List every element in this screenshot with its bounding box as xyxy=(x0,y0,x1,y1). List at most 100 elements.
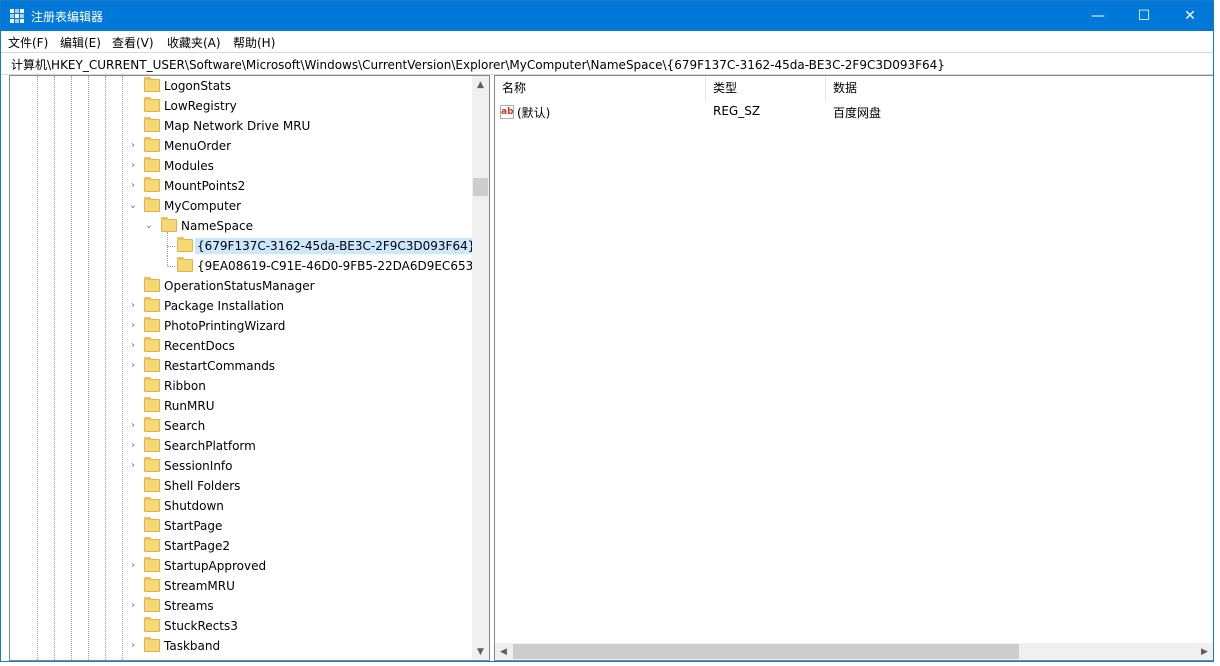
menu-help[interactable]: 帮助(H) xyxy=(233,34,275,51)
value-row[interactable]: ab (默认) REG_SZ 百度网盘 xyxy=(495,102,1195,122)
expand-chevron-icon xyxy=(128,380,138,392)
values-pane[interactable]: 名称 类型 数据 ab (默认) REG_SZ 百度网盘 ◀ ▶ xyxy=(494,75,1213,661)
tree-item-label: LogonStats xyxy=(164,79,232,93)
tree-item[interactable]: › PhotoPrintingWizard xyxy=(10,316,472,336)
expand-chevron-icon[interactable]: › xyxy=(128,560,138,572)
column-header-type[interactable]: 类型 xyxy=(706,76,826,100)
folder-icon xyxy=(144,337,160,352)
expand-chevron-icon[interactable]: › xyxy=(128,160,138,172)
column-header-name[interactable]: 名称 xyxy=(495,76,706,100)
tree-item[interactable]: › Search xyxy=(10,416,472,436)
tree-item-label: Modules xyxy=(164,159,214,173)
folder-icon xyxy=(144,557,160,572)
address-path[interactable]: 计算机\HKEY_CURRENT_USER\Software\Microsoft… xyxy=(11,56,945,73)
folder-icon xyxy=(144,517,160,532)
tree-item[interactable]: Ribbon xyxy=(10,376,472,396)
scroll-up-icon[interactable]: ▲ xyxy=(472,76,489,93)
tree-item[interactable]: Shutdown xyxy=(10,496,472,516)
expand-chevron-icon[interactable]: › xyxy=(128,460,138,472)
tree-item[interactable]: ⌄ NameSpace xyxy=(10,216,472,236)
values-scroll-thumb[interactable] xyxy=(513,644,1019,659)
tree-item[interactable]: StartPage xyxy=(10,516,472,536)
tree-item[interactable]: Map Network Drive MRU xyxy=(10,116,472,136)
tree-item[interactable]: StreamMRU xyxy=(10,576,472,596)
tree-item[interactable]: StuckRects3 xyxy=(10,616,472,636)
tree-item-label: {9EA08619-C91E-46D0-9FB5-22DA6D9EC653} xyxy=(197,259,481,273)
expand-chevron-icon[interactable]: › xyxy=(128,140,138,152)
folder-icon xyxy=(144,537,160,552)
expand-chevron-icon[interactable]: › xyxy=(128,600,138,612)
folder-icon xyxy=(161,217,177,232)
values-horizontal-scrollbar[interactable]: ◀ ▶ xyxy=(495,643,1213,660)
expand-chevron-icon[interactable]: › xyxy=(128,420,138,432)
tree-item-label: Taskband xyxy=(164,639,221,653)
tree-item[interactable]: › Streams xyxy=(10,596,472,616)
expand-chevron-icon xyxy=(128,480,138,492)
collapse-chevron-icon[interactable]: ⌄ xyxy=(144,220,154,232)
tree-item[interactable]: › SearchPlatform xyxy=(10,436,472,456)
tree-item[interactable]: LogonStats xyxy=(10,76,472,96)
tree-item[interactable]: › Taskband xyxy=(10,636,472,656)
menu-favorites[interactable]: 收藏夹(A) xyxy=(167,34,221,51)
value-data: 百度网盘 xyxy=(833,106,882,120)
tree-item[interactable]: {9EA08619-C91E-46D0-9FB5-22DA6D9EC653} xyxy=(10,256,481,276)
maximize-button[interactable]: ☐ xyxy=(1121,1,1167,31)
tree-item[interactable]: › SessionInfo xyxy=(10,456,472,476)
tree-item[interactable]: › RecentDocs xyxy=(10,336,472,356)
minimize-button[interactable]: — xyxy=(1075,1,1121,31)
tree-item-label: MountPoints2 xyxy=(164,179,246,193)
scroll-down-icon[interactable]: ▼ xyxy=(472,643,489,660)
menu-edit[interactable]: 编辑(E) xyxy=(60,34,101,51)
tree-item-label: Map Network Drive MRU xyxy=(164,119,311,133)
expand-chevron-icon xyxy=(128,540,138,552)
expand-chevron-icon[interactable]: › xyxy=(128,300,138,312)
expand-chevron-icon[interactable]: › xyxy=(128,320,138,332)
folder-icon xyxy=(144,417,160,432)
value-name: (默认) xyxy=(517,106,551,120)
expand-chevron-icon[interactable]: › xyxy=(128,360,138,372)
tree-item-label: Ribbon xyxy=(164,379,206,393)
tree-vertical-scrollbar[interactable]: ▲ ▼ xyxy=(472,76,489,660)
tree-item[interactable]: › MountPoints2 xyxy=(10,176,472,196)
expand-chevron-icon xyxy=(128,620,138,632)
collapse-chevron-icon[interactable]: ⌄ xyxy=(128,200,138,212)
tree-item[interactable]: › Package Installation xyxy=(10,296,472,316)
close-button[interactable]: ✕ xyxy=(1167,1,1213,31)
tree-item-label: StreamMRU xyxy=(164,579,235,593)
tree-item[interactable]: › RestartCommands xyxy=(10,356,472,376)
scroll-left-icon[interactable]: ◀ xyxy=(495,643,512,660)
tree-item[interactable]: › Modules xyxy=(10,156,472,176)
tree-item-label: Streams xyxy=(164,599,214,613)
expand-chevron-icon xyxy=(128,120,138,132)
regedit-app-icon xyxy=(10,9,24,23)
tree-item[interactable]: {679F137C-3162-45da-BE3C-2F9C3D093F64} xyxy=(10,232,478,256)
tree-item[interactable]: StartPage2 xyxy=(10,536,472,556)
expand-chevron-icon[interactable]: › xyxy=(128,440,138,452)
title-bar[interactable]: 注册表编辑器 — ☐ ✕ xyxy=(1,1,1213,31)
tree-item-label: SearchPlatform xyxy=(164,439,256,453)
address-bar[interactable]: 计算机\HKEY_CURRENT_USER\Software\Microsoft… xyxy=(1,52,1213,75)
tree-item[interactable]: OperationStatusManager xyxy=(10,276,472,296)
folder-icon xyxy=(144,277,160,292)
tree-item[interactable]: RunMRU xyxy=(10,396,472,416)
tree-item[interactable]: › MenuOrder xyxy=(10,136,472,156)
folder-icon xyxy=(144,77,160,92)
expand-chevron-icon[interactable]: › xyxy=(128,640,138,652)
tree-item-label: StartPage2 xyxy=(164,539,230,553)
folder-icon xyxy=(144,497,160,512)
key-tree-pane[interactable]: LogonStats LowRegistry Map Network Drive M… xyxy=(9,75,490,661)
tree-item-label: LowRegistry xyxy=(164,99,237,113)
tree-scroll-thumb[interactable] xyxy=(473,178,488,196)
tree-item[interactable]: Shell Folders xyxy=(10,476,472,496)
column-header-data[interactable]: 数据 xyxy=(826,76,1213,100)
menu-view[interactable]: 查看(V) xyxy=(112,34,154,51)
tree-item[interactable]: LowRegistry xyxy=(10,96,472,116)
folder-icon xyxy=(144,157,160,172)
menu-file[interactable]: 文件(F) xyxy=(8,34,48,51)
expand-chevron-icon[interactable]: › xyxy=(128,180,138,192)
folder-icon xyxy=(144,477,160,492)
scroll-right-icon[interactable]: ▶ xyxy=(1196,643,1213,660)
expand-chevron-icon[interactable]: › xyxy=(128,340,138,352)
tree-item[interactable]: › StartupApproved xyxy=(10,556,472,576)
tree-item[interactable]: ⌄ MyComputer xyxy=(10,196,472,216)
